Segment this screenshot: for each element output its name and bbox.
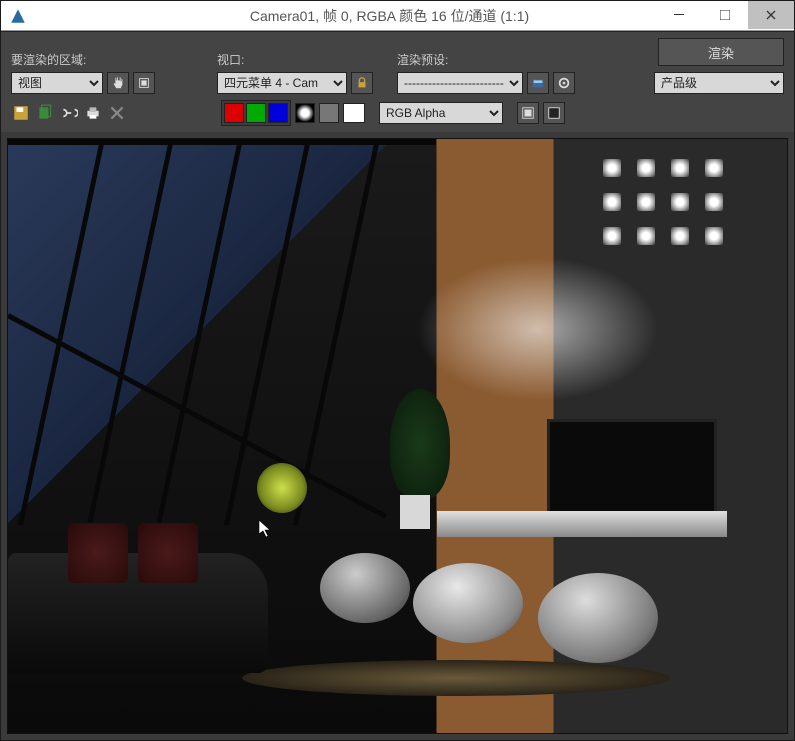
channel-green-button[interactable] [246,103,266,123]
render-frame-window: Camera01, 帧 0, RGBA 颜色 16 位/通道 (1:1) 要渲染… [0,0,795,741]
app-icon [9,7,27,25]
region-label: 要渲染的区域: [11,51,211,68]
render-viewport[interactable] [7,138,788,734]
window-controls [656,1,794,29]
plant [390,389,440,529]
tv-shelf [437,511,727,537]
rug [242,660,670,696]
region-hand-button[interactable] [107,72,129,94]
clone-icon[interactable] [59,103,79,123]
preset-load-button[interactable] [527,72,549,94]
render-button[interactable]: 渲染 [658,38,784,66]
cushion [68,523,128,583]
cushion [138,523,198,583]
viewport-label: 视口: [217,51,391,68]
viewport-select[interactable]: 四元菜单 4 - Cam [217,72,347,94]
armchair [413,563,523,643]
preset-label: 渲染预设: [397,51,597,68]
lock-viewport-button[interactable] [351,72,373,94]
armchair [538,573,658,663]
tv-screen [547,419,717,519]
channel-red-button[interactable] [224,103,244,123]
save-icon[interactable] [11,103,31,123]
copy-icon[interactable] [35,103,55,123]
channel-mono-button[interactable] [319,103,339,123]
channel-clear-button[interactable] [343,103,365,123]
quality-select[interactable]: 产品级 [654,72,784,94]
preset-select[interactable]: ------------------------- [397,72,523,94]
preset-settings-button[interactable] [553,72,575,94]
delete-icon[interactable] [107,103,127,123]
image-toolbar: RGB Alpha [1,96,794,132]
overlay-toggle-a-button[interactable] [517,102,539,124]
region-select[interactable]: 视图 [11,72,103,94]
overlay-toggle-b-button[interactable] [543,102,565,124]
rendered-image [8,139,787,733]
minimize-button[interactable] [656,1,702,29]
channel-select[interactable]: RGB Alpha [379,102,503,124]
skylight-frame [8,139,436,525]
ceiling-lights [603,159,727,249]
region-crop-button[interactable] [133,72,155,94]
armchair [320,553,410,623]
light-glow [257,463,307,513]
rgb-channel-group [221,100,291,126]
channel-blue-button[interactable] [268,103,288,123]
print-icon[interactable] [83,103,103,123]
titlebar: Camera01, 帧 0, RGBA 颜色 16 位/通道 (1:1) [1,1,794,31]
close-button[interactable] [748,1,794,29]
maximize-button[interactable] [702,1,748,29]
render-toolbar: 要渲染的区域: 视图 视口: 四元菜单 4 - [1,31,794,96]
channel-alpha-button[interactable] [295,103,315,123]
